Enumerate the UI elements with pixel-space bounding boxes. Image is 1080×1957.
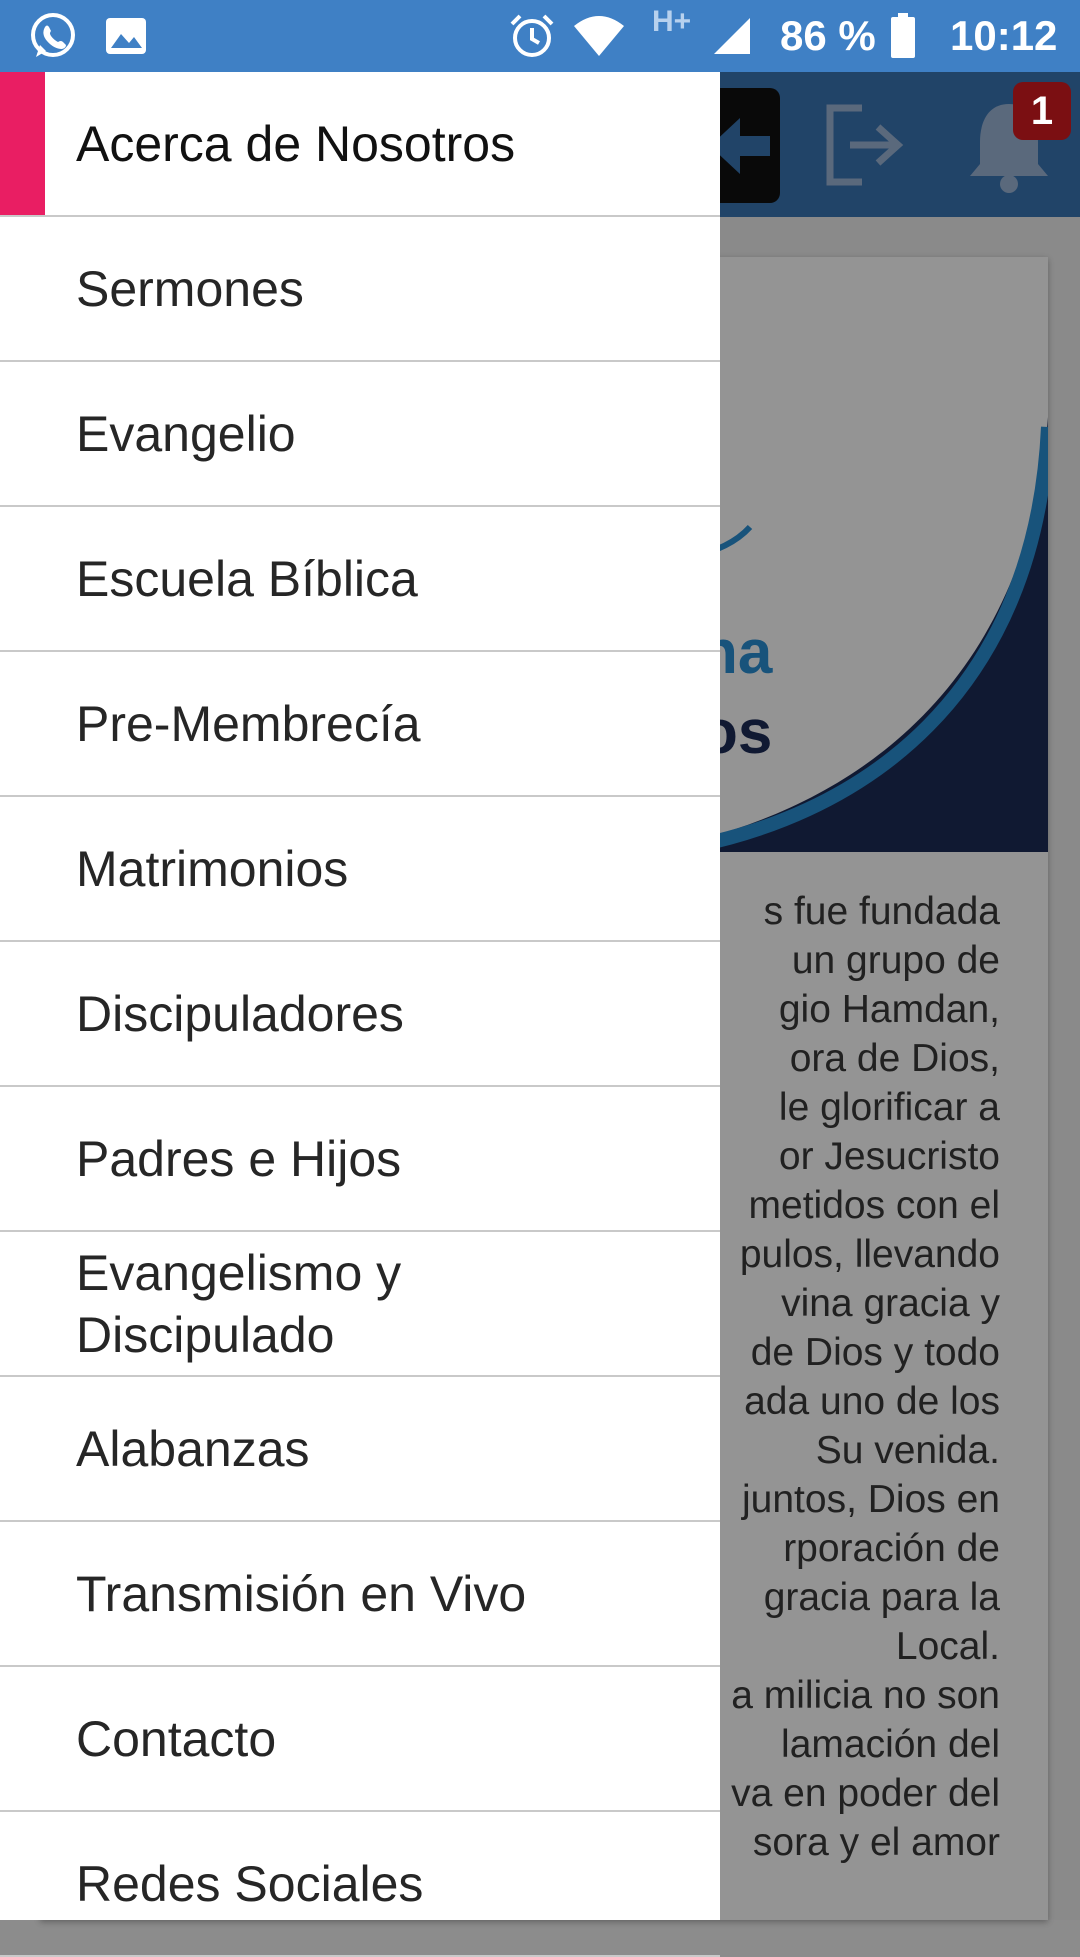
menu-item-label: Discipuladores: [76, 985, 404, 1042]
menu-item-label: Sermones: [76, 260, 304, 317]
menu-item-redes-sociales[interactable]: Redes Sociales: [0, 1812, 720, 1957]
whatsapp-icon: [28, 0, 78, 72]
menu-item-label: Acerca de Nosotros: [76, 115, 516, 172]
menu-item-acerca-de-nosotros[interactable]: Acerca de Nosotros: [0, 72, 720, 217]
menu-item-label: Transmisión en Vivo: [76, 1565, 527, 1622]
battery-percent: 86 %: [780, 12, 876, 59]
clock-time: 10:12: [950, 12, 1058, 59]
status-bar: H+ 86 % 10:12: [0, 0, 1080, 72]
alarm-icon: [508, 0, 556, 72]
navigation-drawer: Acerca de Nosotros Sermones Evangelio Es…: [0, 72, 720, 1957]
image-icon: [104, 0, 148, 72]
menu-item-label: Evangelismo y Discipulado: [76, 1244, 402, 1363]
battery-icon: [890, 0, 916, 72]
active-indicator: [0, 72, 45, 215]
menu-item-escuela-biblica[interactable]: Escuela Bíblica: [0, 507, 720, 652]
menu-item-label: Alabanzas: [76, 1420, 310, 1477]
menu-item-alabanzas[interactable]: Alabanzas: [0, 1377, 720, 1522]
menu-item-label: Padres e Hijos: [76, 1130, 402, 1187]
menu-item-evangelismo-y-discipulado[interactable]: Evangelismo y Discipulado: [0, 1232, 720, 1377]
menu-item-label: Matrimonios: [76, 840, 349, 897]
menu-item-padres-e-hijos[interactable]: Padres e Hijos: [0, 1087, 720, 1232]
notification-badge: 1: [1013, 82, 1071, 140]
menu-item-transmision-en-vivo[interactable]: Transmisión en Vivo: [0, 1522, 720, 1667]
signal-icon: [712, 0, 752, 72]
menu-item-evangelio[interactable]: Evangelio: [0, 362, 720, 507]
menu-item-sermones[interactable]: Sermones: [0, 217, 720, 362]
menu-item-matrimonios[interactable]: Matrimonios: [0, 797, 720, 942]
wifi-icon: [572, 0, 626, 72]
menu-item-label: Contacto: [76, 1710, 277, 1767]
menu-item-label: Pre-Membrecía: [76, 695, 421, 752]
menu-item-pre-membrecia[interactable]: Pre-Membrecía: [0, 652, 720, 797]
menu-item-label: Redes Sociales: [76, 1855, 424, 1912]
menu-item-contacto[interactable]: Contacto: [0, 1667, 720, 1812]
network-type-label: H+: [652, 5, 692, 38]
menu-item-label: Escuela Bíblica: [76, 550, 418, 607]
menu-item-label: Evangelio: [76, 405, 296, 462]
menu-item-discipuladores[interactable]: Discipuladores: [0, 942, 720, 1087]
